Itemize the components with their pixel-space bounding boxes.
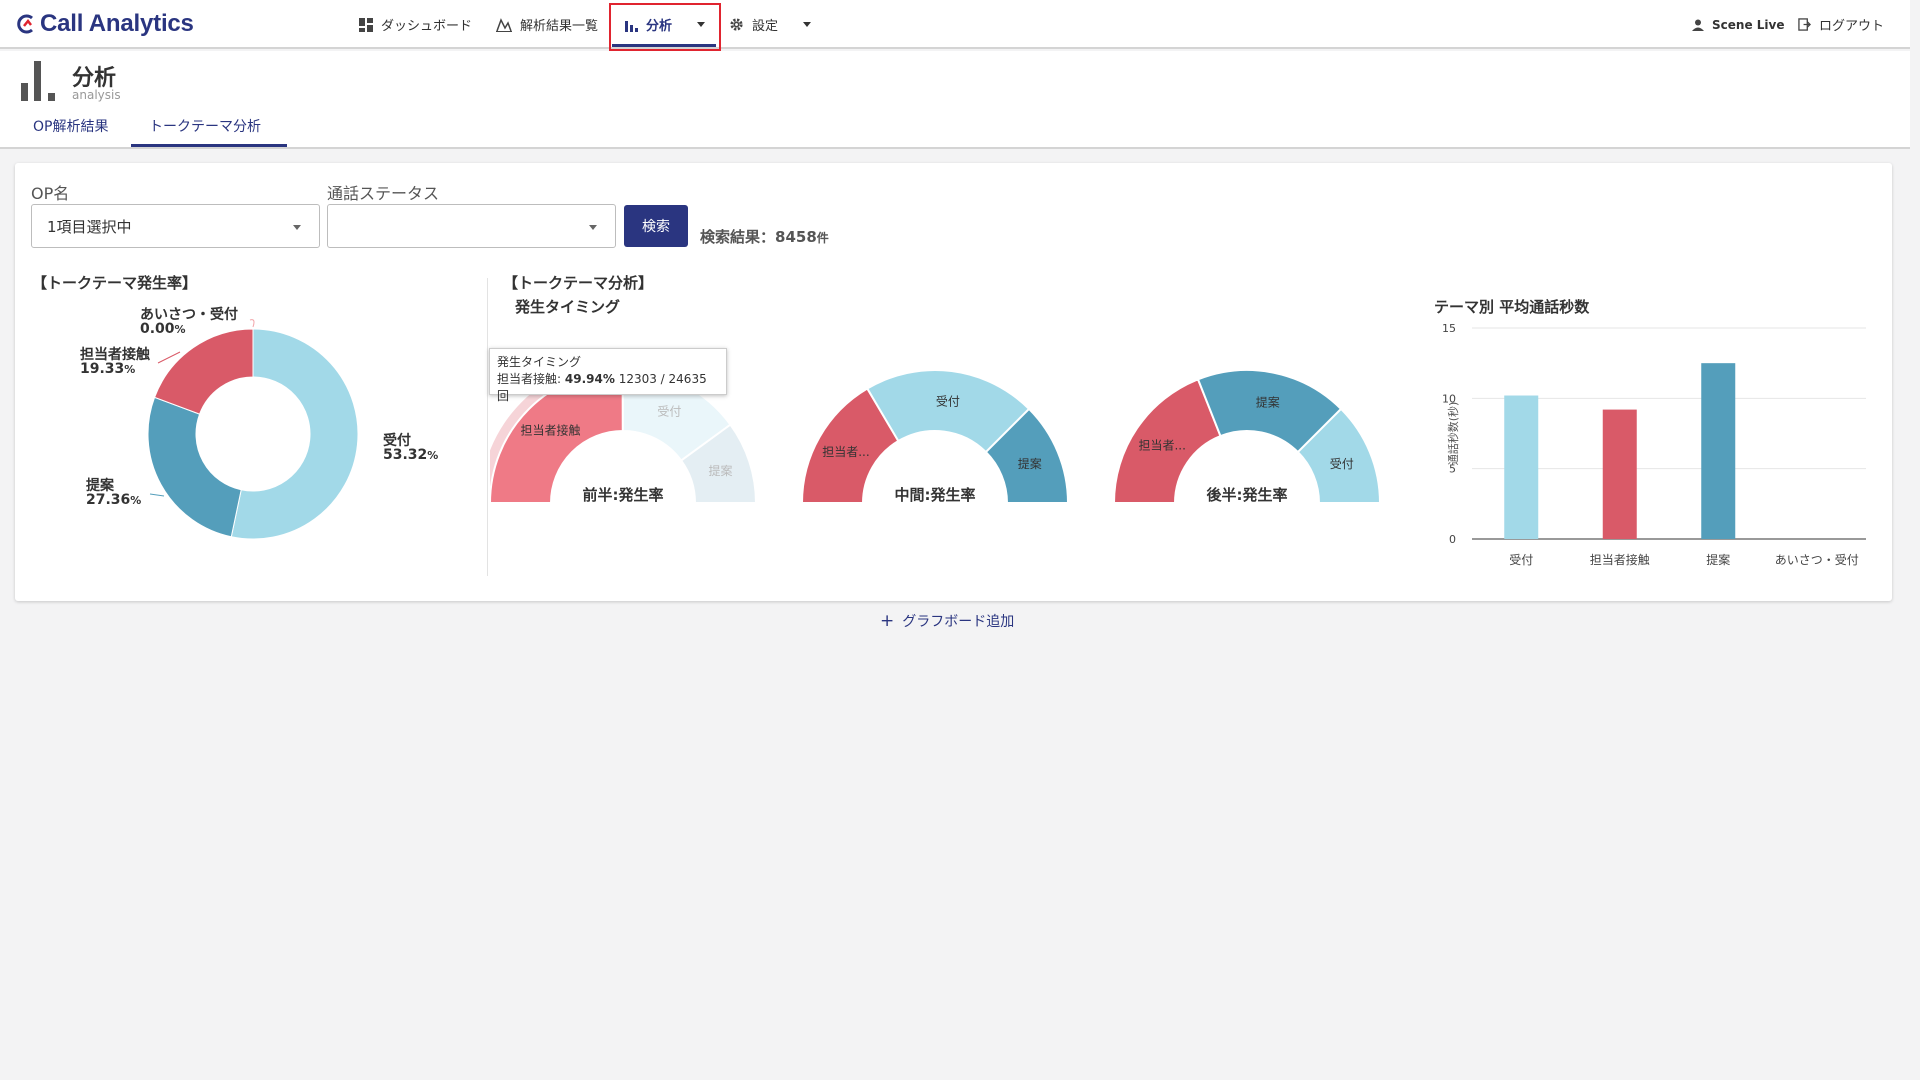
- nav-results-label: 解析結果一覧: [520, 19, 599, 34]
- caret-down-icon: [293, 225, 301, 230]
- tab-op-results[interactable]: OP解析結果: [33, 116, 108, 136]
- gauge-center-label: 中間:発生率: [895, 486, 976, 504]
- bar-x-tick-label: 受付: [1509, 553, 1533, 567]
- nav-dashboard-label: ダッシュボード: [381, 19, 473, 34]
- bar-y-tick-label: 15: [1442, 322, 1456, 335]
- donut-label-unit: %: [427, 449, 439, 462]
- add-graph-board-label: グラフボード追加: [902, 614, 1015, 630]
- donut-label-pct: 53.32: [383, 447, 428, 463]
- bar-y-axis-label: 通話秒数(秒): [1446, 402, 1460, 466]
- donut-label-pct: 19.33: [80, 361, 125, 377]
- nav-settings[interactable]: 設定: [729, 0, 778, 49]
- donut-label-uketsuke: 受付 53.32%: [383, 434, 438, 463]
- theme-rate-donut: [147, 319, 359, 540]
- gauge-segment-label: 提案: [1256, 395, 1280, 410]
- nav-active-indicator: [612, 44, 716, 47]
- plus-icon: +: [880, 611, 895, 631]
- user-menu[interactable]: Scene Live: [1692, 0, 1784, 49]
- user-name: Scene Live: [1712, 17, 1785, 32]
- logo-icon: [17, 14, 33, 34]
- timing-title: 【トークテーマ分析】: [503, 274, 654, 292]
- nav-settings-label: 設定: [752, 19, 779, 34]
- donut-label-teian: 提案 27.36%: [86, 479, 141, 508]
- dashboard-icon: [359, 17, 373, 32]
- donut-label-pct: 27.36: [86, 492, 131, 508]
- page-header: 分析 analysis OP解析結果 トークテーマ分析: [0, 51, 1910, 149]
- gauge-segment-label: 受付: [1330, 457, 1354, 471]
- bar-x-tick-label: 担当者接触: [1590, 552, 1650, 567]
- gauge-center-label: 前半:発生率: [583, 486, 664, 504]
- timing-subtitle: 発生タイミング: [515, 298, 621, 316]
- gauge-center-label: 後半:発生率: [1206, 486, 1288, 504]
- bar-chart-title: テーマ別 平均通話秒数: [1434, 298, 1590, 316]
- donut-leader-line: [249, 319, 255, 328]
- user-icon: [1692, 19, 1704, 31]
- search-button[interactable]: 検索: [624, 205, 688, 247]
- analysis-bar-icon: [21, 61, 55, 101]
- tooltip-pct: 49.94%: [564, 372, 615, 386]
- gauge-segment-label: 担当者...: [1138, 438, 1185, 452]
- search-result-label: 検索結果：: [700, 228, 776, 246]
- donut-slice[interactable]: [153, 328, 254, 415]
- search-result: 検索結果：8458件: [700, 226, 829, 247]
- op-name-value: 1項目選択中: [47, 218, 132, 236]
- search-result-count: 8458: [775, 228, 817, 246]
- caret-down-icon: [589, 225, 597, 230]
- bar[interactable]: [1504, 395, 1539, 539]
- op-name-label: OP名: [31, 184, 70, 203]
- donut-label-unit: %: [124, 363, 136, 376]
- tooltip-series: 担当者接触: [497, 372, 558, 386]
- bar-y-tick-label: 0: [1449, 533, 1456, 546]
- logout-link[interactable]: ログアウト: [1798, 0, 1884, 49]
- op-name-select[interactable]: 1項目選択中: [31, 204, 320, 248]
- app-logo[interactable]: Call Analytics: [15, 10, 194, 38]
- gear-icon: [729, 17, 744, 32]
- page-subtitle: analysis: [72, 88, 121, 102]
- gauge-segment-label: 担当者...: [822, 445, 869, 459]
- logout-label: ログアウト: [1819, 19, 1885, 34]
- gauge-segment-label: 受付: [936, 394, 960, 408]
- bar[interactable]: [1602, 409, 1637, 539]
- gauge-tooltip: 発生タイミング 担当者接触: 49.94% 12303 / 24635 回: [489, 348, 727, 403]
- logout-icon: [1798, 18, 1811, 31]
- search-result-unit: 件: [816, 231, 829, 245]
- donut-label-pct: 0.00: [140, 321, 175, 337]
- line-chart-icon: [496, 17, 512, 32]
- donut-leader-line: [149, 493, 165, 497]
- nav-dashboard[interactable]: ダッシュボード: [359, 0, 472, 49]
- bar-x-tick-label: 提案: [1706, 552, 1730, 567]
- avg-duration-bar-chart: 151050通話秒数(秒)受付 担当者接触 提案 あいさつ・受付: [1442, 322, 1866, 567]
- top-bar: Call Analytics ダッシュボード 解析結果一覧 分析 設定 Scen…: [0, 0, 1910, 49]
- nav-results[interactable]: 解析結果一覧: [496, 0, 598, 49]
- bar[interactable]: [1701, 363, 1736, 539]
- tooltip-title: 発生タイミング: [497, 355, 582, 369]
- gauge-segment-label: 担当者接触: [520, 423, 580, 438]
- donut-title: 【トークテーマ発生率】: [32, 274, 198, 292]
- donut-label-unit: %: [130, 494, 142, 507]
- logo-text: Call Analytics: [40, 10, 194, 37]
- gauge-segment-label: 受付: [657, 405, 681, 419]
- section-divider: [487, 278, 488, 576]
- call-status-select[interactable]: [327, 204, 616, 248]
- caret-down-icon: [803, 22, 811, 27]
- tab-active-underline: [131, 144, 287, 147]
- gauge-segment-label: 提案: [708, 463, 732, 478]
- call-status-label: 通話ステータス: [327, 184, 440, 203]
- tab-talk-theme[interactable]: トークテーマ分析: [149, 116, 261, 136]
- donut-slice[interactable]: [147, 396, 242, 538]
- add-graph-board-button[interactable]: + グラフボード追加: [880, 611, 1014, 631]
- donut-label-tantousha: 担当者接触 19.33%: [80, 348, 150, 377]
- gauge-segment-label: 提案: [1018, 456, 1042, 471]
- nav-settings-dropdown[interactable]: [803, 0, 811, 49]
- bar-x-tick-label: あいさつ・受付: [1775, 553, 1859, 567]
- donut-label-aisatsu: あいさつ・受付 0.00%: [140, 308, 238, 337]
- donut-label-unit: %: [174, 323, 186, 336]
- tooltip-body: 担当者接触: 49.94% 12303 / 24635 回: [497, 372, 707, 403]
